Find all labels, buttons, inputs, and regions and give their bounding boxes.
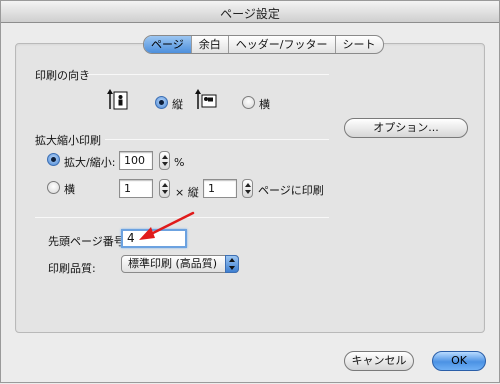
tab-page[interactable]: ページ xyxy=(144,36,192,53)
print-quality-popup[interactable]: 標準印刷 (高品質) xyxy=(121,255,239,273)
fit-width-label: 横 xyxy=(64,183,75,196)
popup-arrows-icon xyxy=(225,255,239,273)
fit-width-input[interactable]: 1 xyxy=(119,179,153,198)
portrait-label: 縦 xyxy=(172,98,183,111)
percent-symbol: % xyxy=(174,156,185,169)
cancel-button[interactable]: キャンセル xyxy=(344,351,414,371)
first-page-number-input[interactable]: 4 xyxy=(121,229,187,248)
landscape-label: 横 xyxy=(259,98,270,111)
scaling-section-label: 拡大縮小印刷 xyxy=(35,134,101,147)
section-divider xyxy=(35,217,329,218)
landscape-orientation-icon xyxy=(195,89,217,109)
page-setup-dialog: ページ設定 ページ 余白 ヘッダー/フッター シート 印刷の向き 縦 横 オプシ… xyxy=(0,0,500,383)
title-bar[interactable]: ページ設定 xyxy=(1,1,499,23)
tab-sheet[interactable]: シート xyxy=(336,36,383,53)
portrait-radio[interactable] xyxy=(155,96,168,109)
tab-margins[interactable]: 余白 xyxy=(192,36,229,53)
options-button[interactable]: オプション... xyxy=(344,118,468,138)
print-quality-label: 印刷品質: xyxy=(48,262,96,275)
scale-percent-stepper[interactable] xyxy=(159,151,170,170)
window-title: ページ設定 xyxy=(220,7,280,21)
fit-to-radio[interactable] xyxy=(47,181,60,194)
first-page-number-label: 先頭ページ番号: xyxy=(48,235,129,248)
adjust-to-label: 拡大/縮小: xyxy=(64,156,116,169)
ok-button[interactable]: OK xyxy=(432,351,486,371)
tab-header-footer[interactable]: ヘッダー/フッター xyxy=(229,36,336,53)
adjust-to-radio[interactable] xyxy=(47,153,60,166)
print-quality-value: 標準印刷 (高品質) xyxy=(128,257,218,270)
scaling-divider xyxy=(105,139,329,140)
fit-pages-label: ページに印刷 xyxy=(258,184,324,197)
fit-height-label: × 縦 xyxy=(175,186,199,199)
tab-bar: ページ 余白 ヘッダー/フッター シート xyxy=(143,35,384,54)
fit-width-stepper[interactable] xyxy=(159,179,170,198)
orientation-section-label: 印刷の向き xyxy=(35,69,90,82)
scale-percent-input[interactable]: 100 xyxy=(119,151,153,170)
fit-height-stepper[interactable] xyxy=(242,179,253,198)
landscape-radio[interactable] xyxy=(242,96,255,109)
orientation-divider xyxy=(87,74,329,75)
portrait-orientation-icon xyxy=(107,89,128,110)
fit-height-input[interactable]: 1 xyxy=(203,179,237,198)
